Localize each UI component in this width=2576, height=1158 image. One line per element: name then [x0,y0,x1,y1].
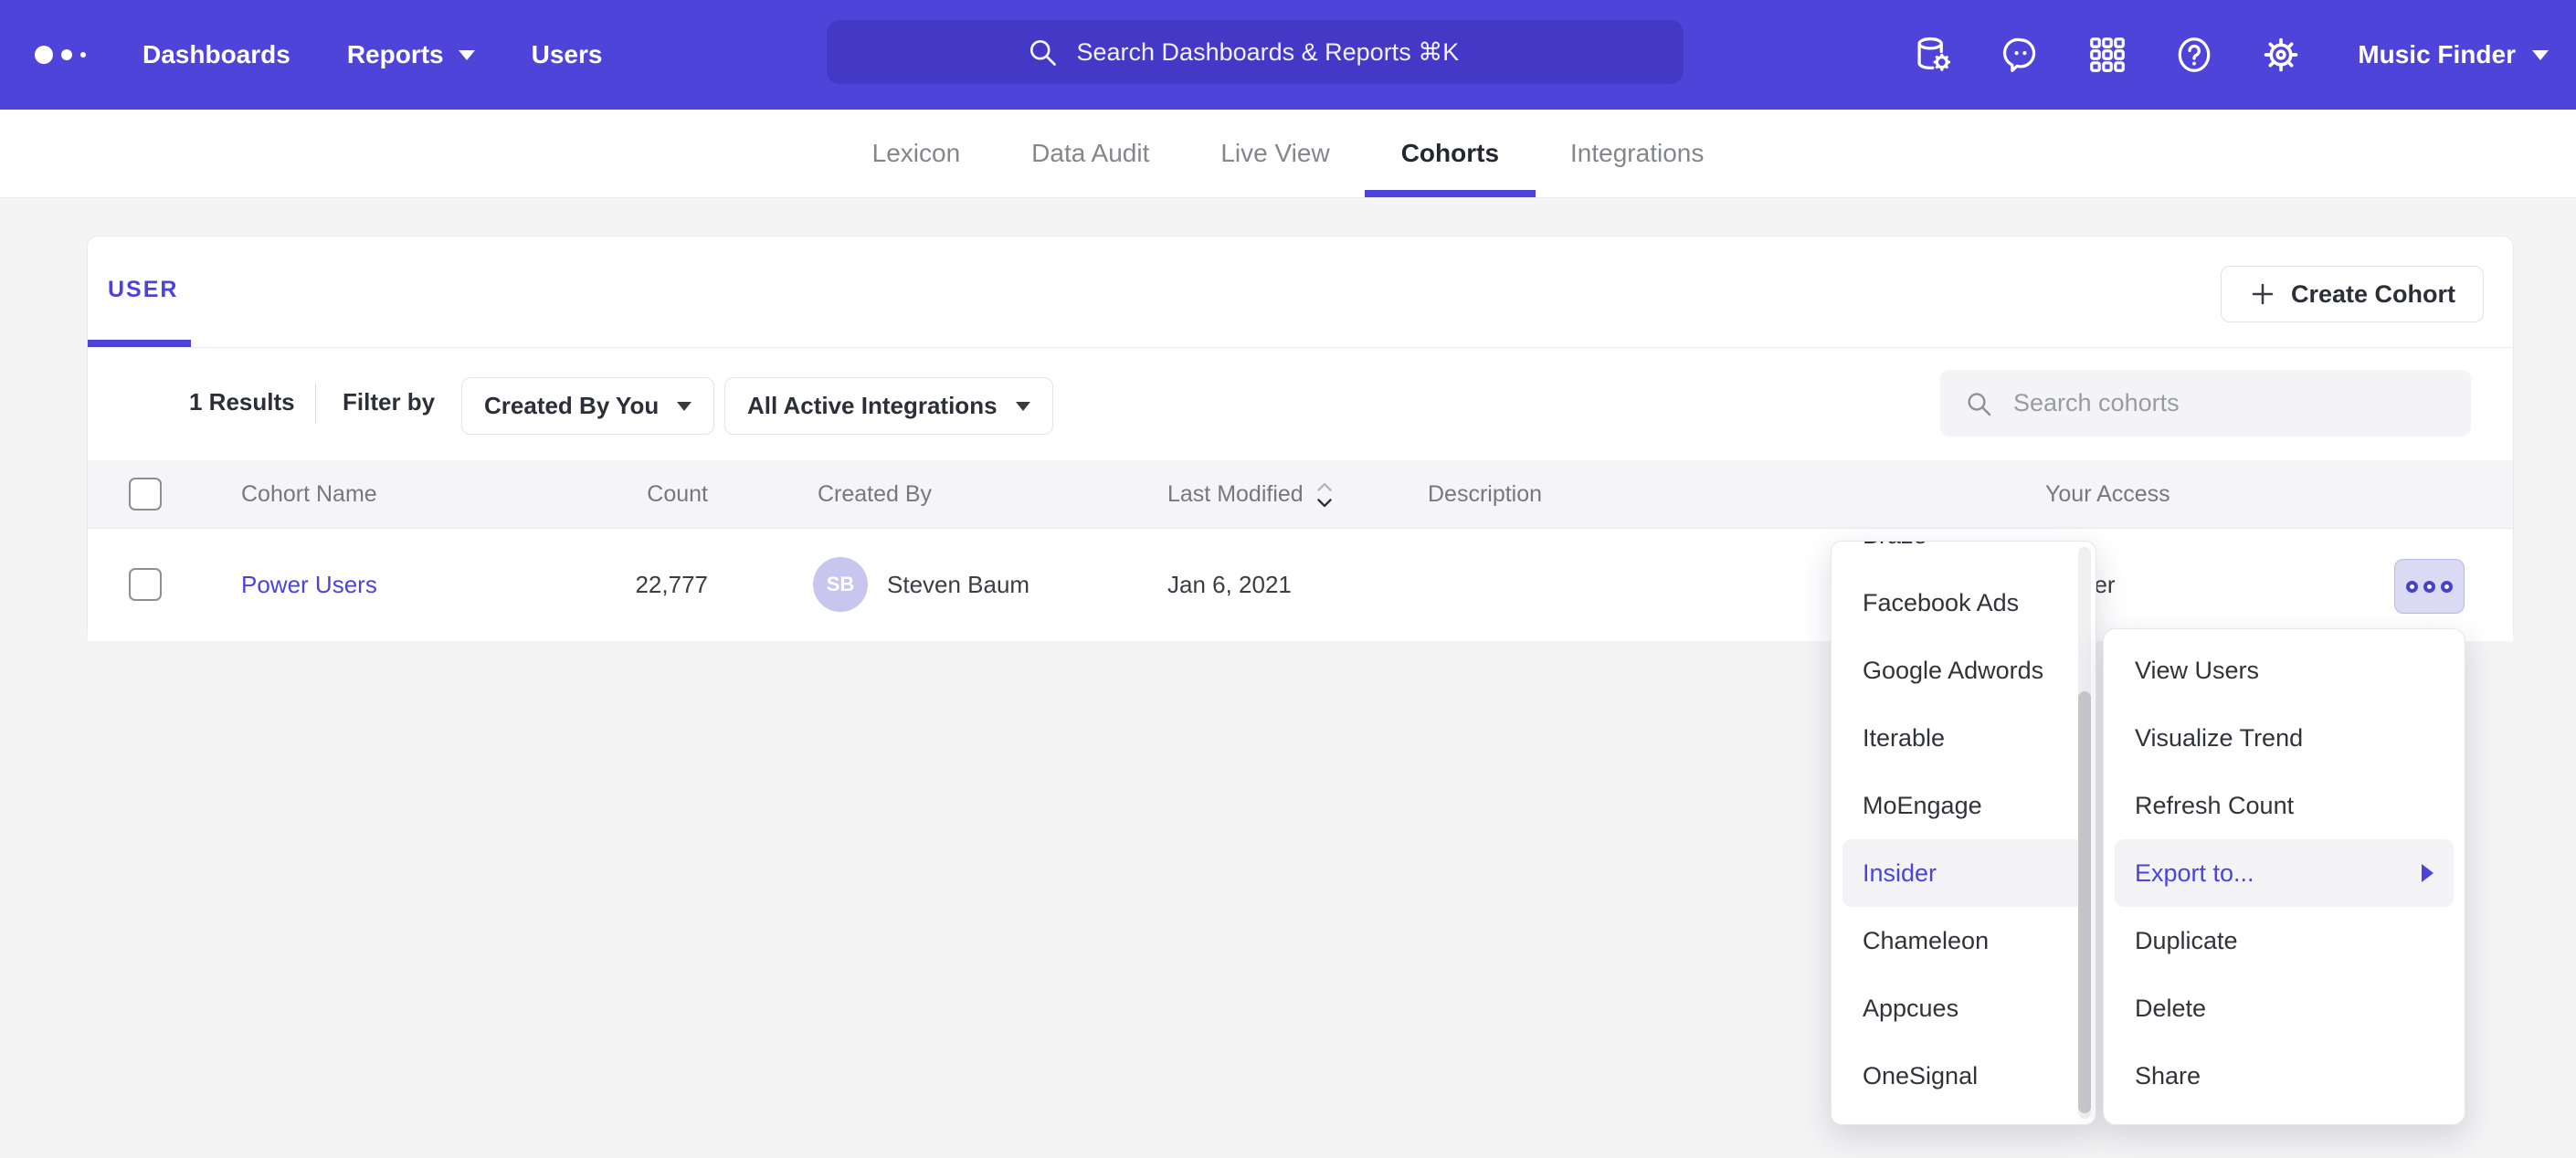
caret-down-icon [2532,50,2549,60]
cohort-search[interactable] [1940,370,2471,437]
mixpanel-logo-icon[interactable] [35,46,86,64]
global-search[interactable] [827,20,1684,84]
menu-item-facebook-ads[interactable]: Facebook Ads [1842,569,2085,637]
menu-scrollbar-thumb[interactable] [2078,691,2091,1113]
tab-user-cohorts[interactable]: USER [108,277,178,303]
active-tab-underline [88,340,191,347]
created-by-name: Steven Baum [887,529,1029,641]
top-nav-bar: Dashboards Reports Users [0,0,2576,110]
avatar: SB [813,557,868,612]
nav-item-dashboards[interactable]: Dashboards [143,40,290,69]
tab-live-view[interactable]: Live View [1220,110,1329,197]
menu-item-braze[interactable]: Braze [1842,541,2085,569]
plus-icon [2249,280,2276,308]
menu-item-share[interactable]: Share [2115,1042,2454,1110]
top-nav-right: Music Finder [1913,0,2549,110]
tab-cohorts[interactable]: Cohorts [1401,110,1499,197]
search-icon [1026,36,1059,68]
global-search-input[interactable] [1075,37,1485,68]
section-tabs: Lexicon Data Audit Live View Cohorts Int… [0,110,2576,198]
caret-down-icon [1016,402,1030,411]
column-header-created-by: Created By [818,460,932,529]
menu-scrollbar-track[interactable] [2078,547,2091,1119]
menu-item-duplicate[interactable]: Duplicate [2115,907,2454,974]
search-icon [1964,389,1993,418]
row-checkbox[interactable] [129,568,162,601]
cohort-count: 22,777 [544,529,708,641]
row-more-actions-button[interactable] [2394,559,2465,614]
data-settings-icon[interactable] [1913,34,1955,76]
filter-by-label: Filter by [343,388,435,416]
menu-item-visualize-trend[interactable]: Visualize Trend [2115,704,2454,772]
more-dots-icon [2441,581,2453,593]
active-tab-underline [1365,190,1536,197]
sort-icon [1313,477,1336,513]
menu-item-chameleon[interactable]: Chameleon [1842,907,2085,974]
more-dots-icon [2406,581,2418,593]
menu-item-refresh-count[interactable]: Refresh Count [2115,772,2454,839]
menu-item-moengage[interactable]: MoEngage [1842,772,2085,839]
created-by-filter-dropdown[interactable]: Created By You [461,377,714,435]
settings-gear-icon[interactable] [2260,34,2302,76]
menu-item-insider[interactable]: Insider [1842,839,2085,907]
apps-grid-icon[interactable] [2086,34,2128,76]
menu-item-view-users[interactable]: View Users [2115,637,2454,704]
caret-down-icon [459,50,475,60]
cohort-search-input[interactable] [2011,388,2447,418]
project-name: Music Finder [2358,40,2516,69]
table-header-row: Cohort Name Count Created By Last Modifi… [88,460,2513,529]
help-icon[interactable] [2173,34,2215,76]
select-all-checkbox[interactable] [129,478,162,511]
menu-item-delete[interactable]: Delete [2115,974,2454,1042]
column-header-count: Count [544,460,708,529]
nav-item-users[interactable]: Users [532,40,603,69]
top-nav-left: Dashboards Reports Users [35,0,602,110]
menu-item-google-adwords[interactable]: Google Adwords [1842,637,2085,704]
project-switcher[interactable]: Music Finder [2358,40,2549,69]
integrations-filter-dropdown[interactable]: All Active Integrations [724,377,1053,435]
menu-item-iterable[interactable]: Iterable [1842,704,2085,772]
cohort-actions-menu: View Users Visualize Trend Refresh Count… [2103,628,2465,1125]
last-modified-date: Jan 6, 2021 [1167,529,1292,641]
column-header-last-modified[interactable]: Last Modified [1167,460,1336,529]
cohorts-page: Dashboards Reports Users [0,0,2576,1158]
menu-item-appcues[interactable]: Appcues [1842,974,2085,1042]
create-cohort-button[interactable]: Create Cohort [2221,266,2484,322]
cohorts-panel: USER Create Cohort 1 Results Filter by C… [87,236,2514,641]
menu-item-export-to[interactable]: Export to... [2115,839,2454,907]
tab-lexicon[interactable]: Lexicon [872,110,961,197]
submenu-arrow-icon [2422,864,2433,882]
column-header-description: Description [1428,460,1542,529]
feedback-icon[interactable] [2000,34,2042,76]
cohort-type-tabs: USER Create Cohort [88,237,2513,348]
nav-item-reports[interactable]: Reports [347,40,475,69]
tab-data-audit[interactable]: Data Audit [1031,110,1149,197]
table-row: Power Users 22,777 SB Steven Baum Jan 6,… [88,529,2513,641]
column-header-cohort-name: Cohort Name [241,460,377,529]
caret-down-icon [677,402,692,411]
more-dots-icon [2423,581,2435,593]
tab-integrations[interactable]: Integrations [1570,110,1704,197]
menu-item-onesignal[interactable]: OneSignal [1842,1042,2085,1110]
divider [315,384,316,424]
cohort-name-link[interactable]: Power Users [241,571,377,599]
column-header-your-access: Your Access [2045,460,2170,529]
results-count: 1 Results [189,388,295,416]
export-destinations-menu: Braze Facebook Ads Google Adwords Iterab… [1831,541,2096,1125]
